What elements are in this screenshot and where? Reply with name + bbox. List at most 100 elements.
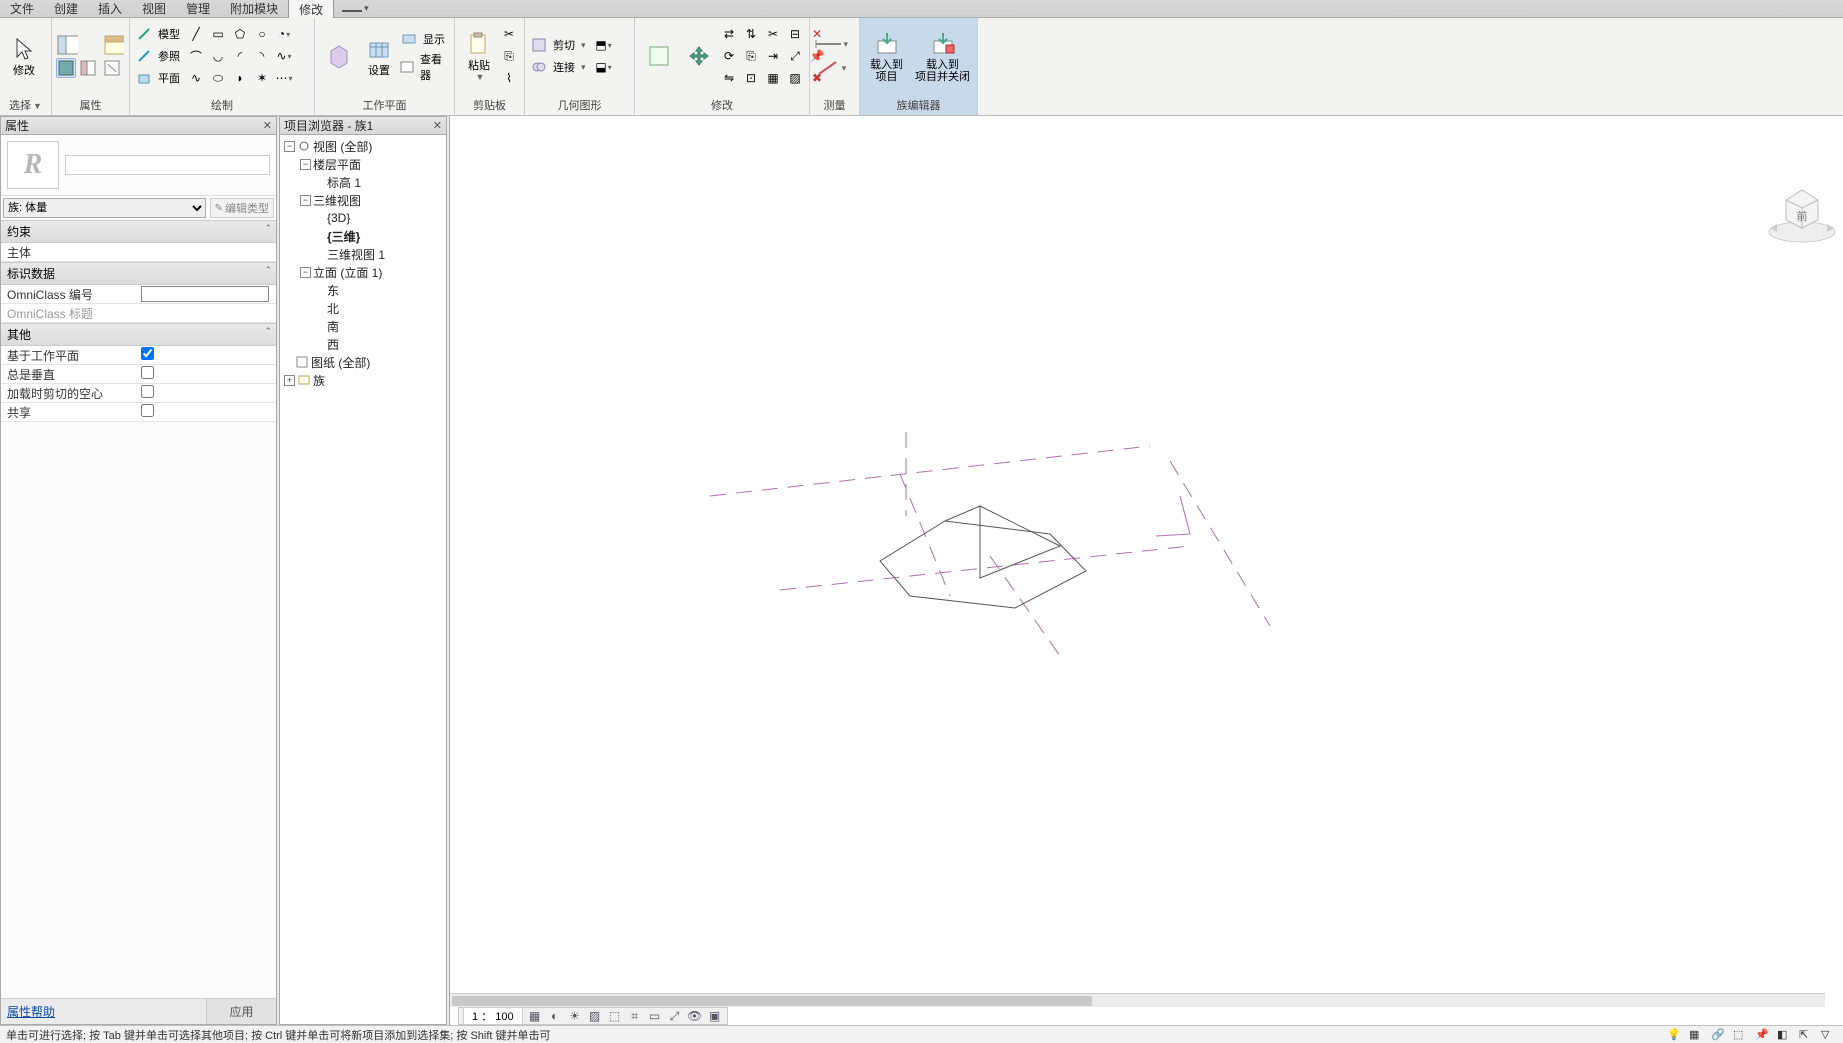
load-into-project-button[interactable]: 载入到 项目 [864,27,909,85]
geom-opt1-icon[interactable]: ⬒ [594,35,614,55]
trim2-icon[interactable]: ⊡ [741,68,761,88]
crop-view-icon[interactable]: ⌗ [627,1009,643,1023]
select-links-icon[interactable]: 🔗 [1711,1028,1727,1042]
scale-icon[interactable]: ⤢ [785,46,805,66]
drawing-canvas[interactable]: 前 1 ： 100 ▦ ◐ ☀ ▨ ⬚ ⌗ ▭ ⤢ 👁 ▣ [449,116,1843,1025]
copy-mod-icon[interactable]: ⎘ [741,46,761,66]
menu-insert[interactable]: 插入 [88,0,132,18]
measure-icon[interactable]: ▾ [814,57,848,79]
apply-button[interactable]: 应用 [206,999,276,1024]
show-plane-icon[interactable] [399,29,419,49]
property-value[interactable] [139,404,277,420]
tree-item[interactable]: 图纸 (全部) [280,353,446,371]
draw-more2-icon[interactable]: ∿ [274,46,294,66]
collapse-icon[interactable]: − [300,267,311,278]
family-type-selector[interactable]: 族: 体量 [3,198,206,218]
browser-close-icon[interactable]: ✕ [433,119,442,132]
tree-item[interactable]: −三维视图 [280,191,446,209]
plane-icon[interactable] [134,68,154,88]
modify-button[interactable]: 修改 [4,33,44,79]
draw-rect-icon[interactable]: ▭ [208,24,228,44]
ungroup-icon[interactable]: ▨ [785,68,805,88]
view-cube[interactable]: 前 [1767,176,1837,246]
horizontal-scrollbar[interactable] [450,993,1825,1007]
shadows-icon[interactable]: ▨ [587,1009,603,1023]
rendering-icon[interactable]: ⬚ [607,1009,623,1023]
extend-icon[interactable]: ⇥ [763,46,783,66]
draw-arc-icon[interactable]: ⌒ [186,46,206,66]
draw-polygon-icon[interactable]: ⬠ [230,24,250,44]
load-and-close-button[interactable]: 载入到 项目并关闭 [909,27,976,85]
expand-icon[interactable]: + [284,375,295,386]
join-geom-icon[interactable] [529,57,549,77]
split-icon[interactable]: ⊟ [785,24,805,44]
detail-level-icon[interactable]: ▦ [527,1009,543,1023]
view-scale[interactable]: 1 ： 100 [463,1007,523,1025]
crop-region-icon[interactable]: ▭ [647,1009,663,1023]
draw-pick-icon[interactable]: ✶ [252,68,272,88]
edit-type-button[interactable]: 编辑类型 [210,198,274,218]
tree-item[interactable]: −视图 (全部) [280,137,446,155]
select-face-icon[interactable]: ◧ [1777,1028,1793,1042]
menu-file[interactable]: 文件 [0,0,44,18]
project-units-button[interactable] [102,58,122,78]
collapse-icon[interactable]: − [284,141,295,152]
align-button[interactable] [639,40,679,72]
tree-item[interactable]: −楼层平面 [280,155,446,173]
cut-geom-icon[interactable] [529,35,549,55]
prop-group-header[interactable]: 标识数据⌃ [1,262,276,285]
lock-view-icon[interactable]: ⤢ [667,1009,683,1023]
panel-handle-icon[interactable] [342,6,362,12]
visual-style-icon[interactable]: ◐ [547,1009,563,1023]
move-button[interactable] [679,40,719,72]
copy-icon[interactable]: ⎘ [499,46,519,66]
select-underlay-icon[interactable]: ⬚ [1733,1028,1749,1042]
cut-icon[interactable]: ✂ [499,24,519,44]
property-value[interactable] [139,366,277,382]
prop-group-header[interactable]: 其他⌃ [1,323,276,346]
tree-item[interactable]: 西 [280,335,446,353]
menu-view[interactable]: 视图 [132,0,176,18]
tree-item[interactable]: 三维视图 1 [280,245,446,263]
set-workplane-button[interactable]: 设置 [359,33,399,79]
tree-item[interactable]: +族 [280,371,446,389]
tree-item[interactable]: 南 [280,317,446,335]
draw-circle-icon[interactable]: ○ [252,24,272,44]
draw-more1-icon[interactable]: ◔ [274,24,294,44]
model-line-icon[interactable] [134,24,154,44]
rotate-icon[interactable]: ⟳ [719,46,739,66]
draw-more3-icon[interactable]: ⋯ [274,68,294,88]
property-value[interactable] [139,347,277,363]
draw-arc3-icon[interactable]: ◡ [208,46,228,66]
temp-hide-icon[interactable]: 👁 [687,1009,703,1023]
draw-arccenter-icon[interactable]: ◜ [230,46,250,66]
collapse-icon[interactable]: − [300,195,311,206]
properties-close-icon[interactable]: ✕ [263,119,272,132]
tree-item[interactable]: 标高 1 [280,173,446,191]
select-pinned-icon[interactable]: 📌 [1755,1028,1771,1042]
tree-item[interactable]: −立面 (立面 1) [280,263,446,281]
trim-icon[interactable]: ✂ [763,24,783,44]
draw-line-icon[interactable]: ╱ [186,24,206,44]
dimension-icon[interactable]: ▾ [814,33,848,55]
menu-addins[interactable]: 附加模块 [220,0,288,18]
properties-palette-button[interactable] [56,34,78,56]
prop-group-header[interactable]: 约束⌃ [1,220,276,243]
draw-fillet-icon[interactable]: ◝ [252,46,272,66]
menu-modify[interactable]: 修改 [288,0,334,19]
editable-only-icon[interactable]: ▦ [1689,1028,1705,1042]
family-category-button[interactable] [102,34,124,56]
property-value[interactable] [139,385,277,401]
type-image-selector[interactable] [65,155,270,175]
reveal-hidden-icon[interactable]: ▣ [707,1009,723,1023]
menu-create[interactable]: 创建 [44,0,88,18]
offset-icon[interactable]: ⇄ [719,24,739,44]
paste-button[interactable]: 粘贴▼ [459,28,499,84]
tree-item[interactable]: 北 [280,299,446,317]
draw-ellipse-icon[interactable]: ⬭ [208,68,228,88]
drag-elements-icon[interactable]: ⇱ [1799,1028,1815,1042]
type-properties-button[interactable] [56,58,76,78]
panel-handle-dd-icon[interactable]: ▾ [364,3,369,14]
mirror-icon[interactable]: ⇅ [741,24,761,44]
collapse-icon[interactable]: − [300,159,311,170]
